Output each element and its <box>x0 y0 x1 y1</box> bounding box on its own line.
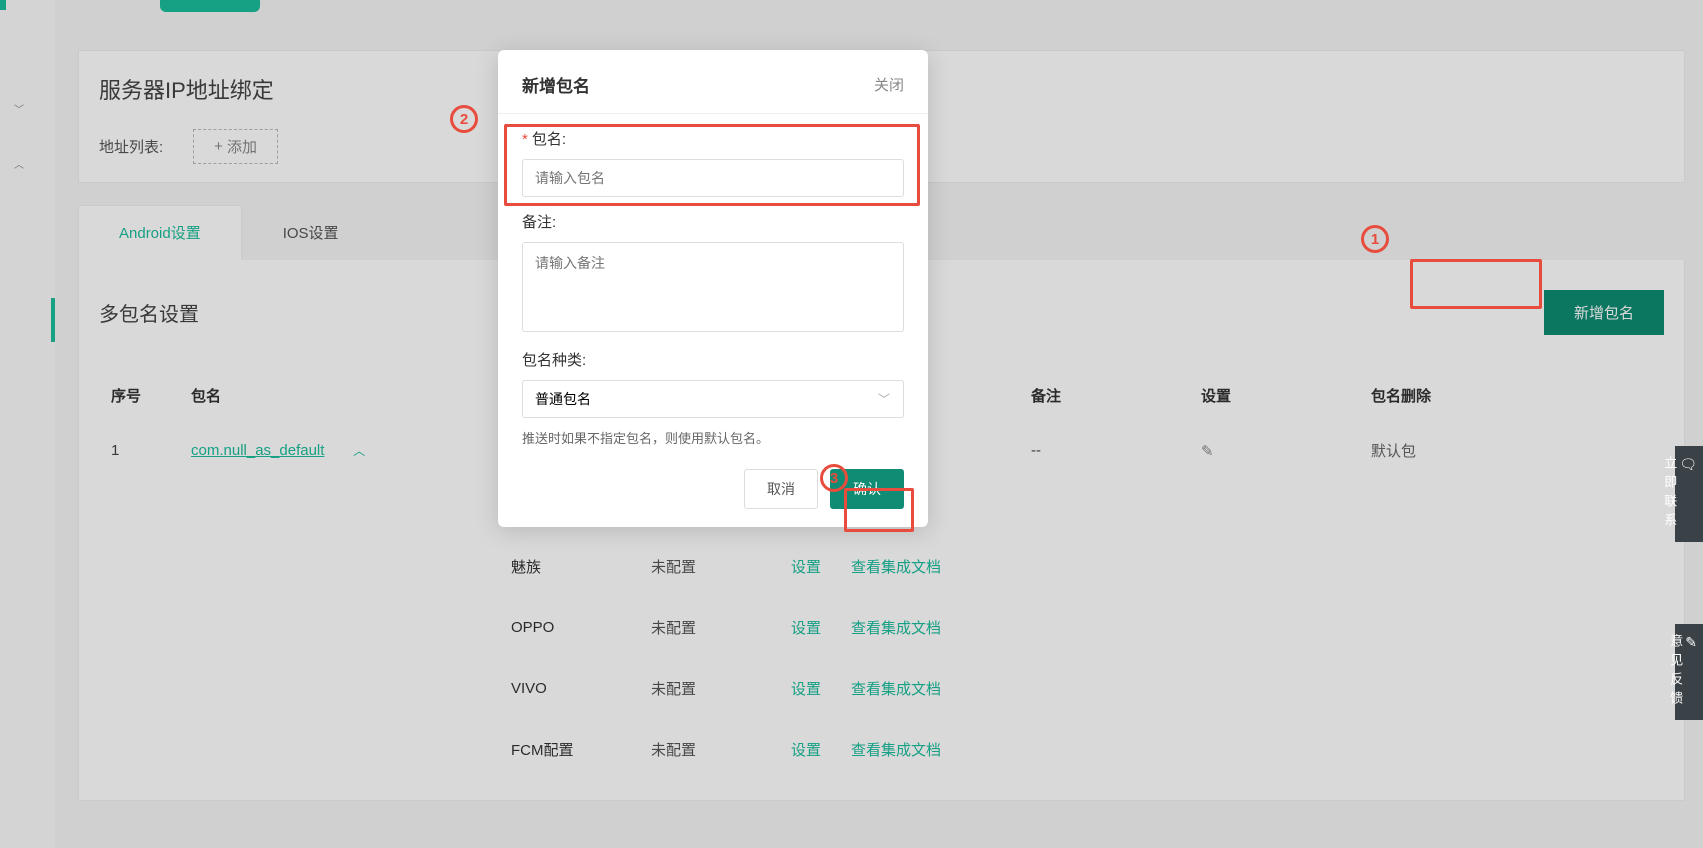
remark-textarea[interactable] <box>522 242 904 332</box>
remark-label: 备注: <box>522 211 904 232</box>
chat-icon: 🗨 <box>1679 456 1703 473</box>
package-name-label: *包名: <box>522 128 904 149</box>
form-group-package-name: *包名: <box>498 114 928 197</box>
add-package-modal: 新增包名 关闭 *包名: 备注: 包名种类: 普通包名 ﹀ 推送时如果不指定包名… <box>498 50 928 527</box>
form-group-type: 包名种类: 普通包名 ﹀ 推送时如果不指定包名，则使用默认包名。 <box>498 335 928 447</box>
form-group-remark: 备注: <box>498 197 928 335</box>
modal-title: 新增包名 <box>522 72 590 97</box>
pencil-icon: ✎ <box>1685 634 1703 651</box>
package-name-input[interactable] <box>522 159 904 197</box>
type-hint: 推送时如果不指定包名，则使用默认包名。 <box>522 428 904 447</box>
modal-close-button[interactable]: 关闭 <box>874 74 904 95</box>
cancel-button[interactable]: 取消 <box>744 469 818 509</box>
float-feedback-button[interactable]: ✎ 意见反馈 <box>1675 624 1703 720</box>
confirm-button[interactable]: 确认 <box>830 469 904 509</box>
float-contact-button[interactable]: 🗨 立即联系 <box>1675 446 1703 542</box>
type-label: 包名种类: <box>522 349 904 370</box>
package-type-select[interactable]: 普通包名 <box>522 380 904 418</box>
